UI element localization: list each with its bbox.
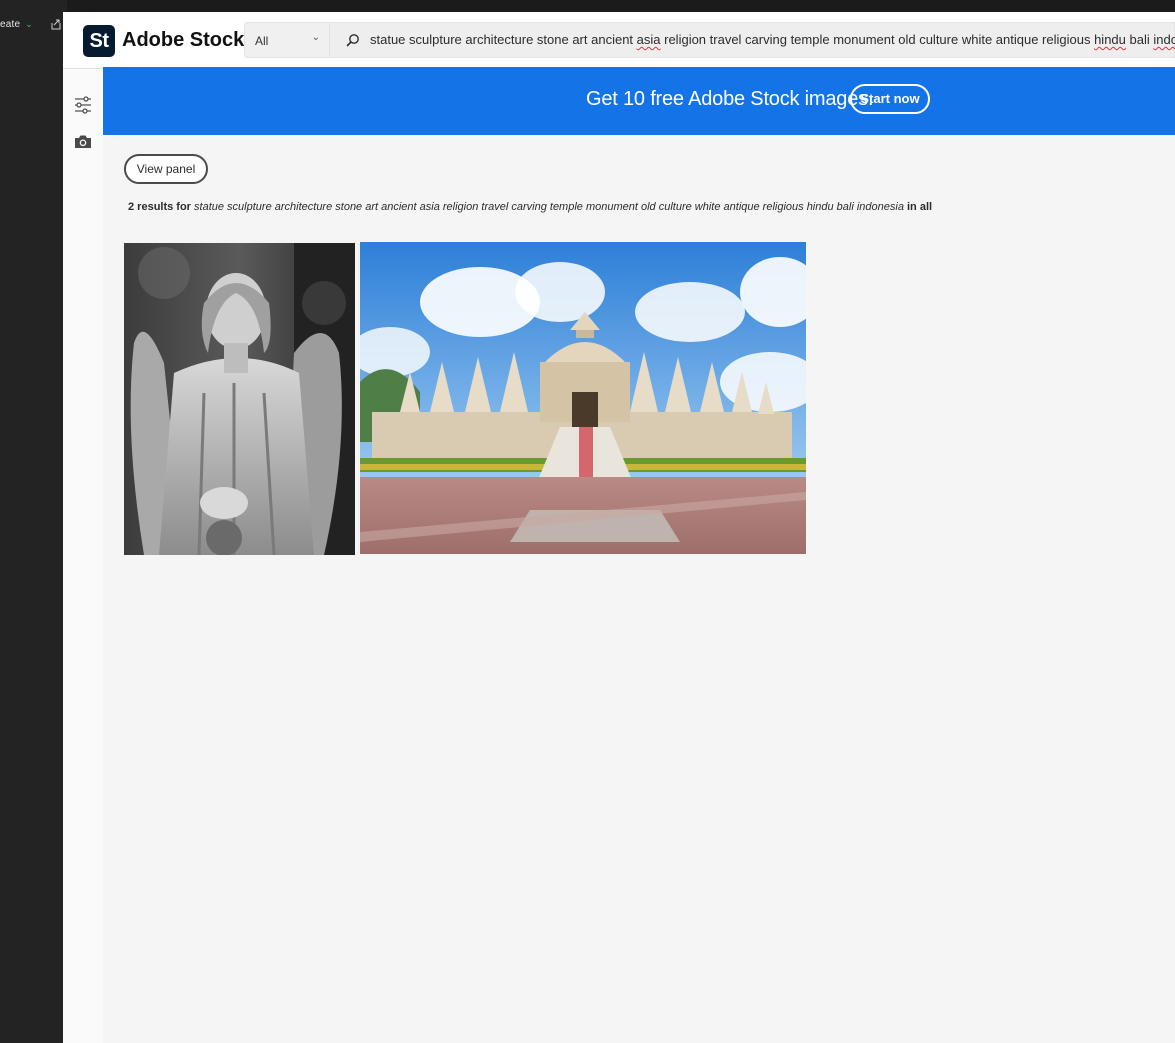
- misspelled-word: asia: [636, 32, 661, 47]
- start-now-button[interactable]: Start now: [850, 84, 930, 114]
- chevron-down-icon: ⌄: [311, 32, 320, 43]
- camera-icon[interactable]: [73, 132, 93, 152]
- results-summary: 2 results for statue sculpture architect…: [128, 201, 933, 213]
- filter-sliders-icon[interactable]: [73, 95, 93, 115]
- angel-statue-image: [124, 243, 355, 555]
- content-type-select[interactable]: All ⌄: [244, 22, 330, 58]
- host-create-menu[interactable]: eate ⌄: [0, 19, 33, 30]
- adobe-stock-logo[interactable]: St: [83, 25, 115, 57]
- promo-banner: Get 10 free Adobe Stock images. Start no…: [103, 67, 1175, 135]
- host-left-panel: eate ⌄: [0, 0, 67, 1043]
- share-icon[interactable]: [51, 18, 61, 30]
- host-top-bar: [0, 0, 1175, 12]
- content-type-value: All: [255, 34, 269, 48]
- promo-text: Get 10 free Adobe Stock images.: [586, 88, 874, 110]
- misspelled-word: indonesia: [1153, 32, 1175, 47]
- misspelled-word: hindu: [1094, 32, 1126, 47]
- search-icon: [346, 34, 359, 47]
- search-input[interactable]: statue sculpture architecture stone art …: [330, 22, 1175, 58]
- view-panel-button[interactable]: View panel: [124, 154, 208, 184]
- host-create-label: eate: [0, 19, 21, 30]
- chevron-down-icon: ⌄: [25, 19, 34, 29]
- side-rail: [63, 69, 103, 1043]
- brand-name[interactable]: Adobe Stock: [122, 29, 244, 52]
- result-thumbnail-angel-statue[interactable]: [124, 243, 355, 555]
- adobe-stock-panel: St Adobe Stock All ⌄ statue sculpture ar…: [63, 12, 1175, 1043]
- search-query-text: statue sculpture architecture stone art …: [370, 32, 1175, 47]
- result-thumbnail-temple[interactable]: [360, 242, 806, 554]
- temple-image: [360, 242, 806, 554]
- header-bar: St Adobe Stock All ⌄ statue sculpture ar…: [63, 12, 1175, 69]
